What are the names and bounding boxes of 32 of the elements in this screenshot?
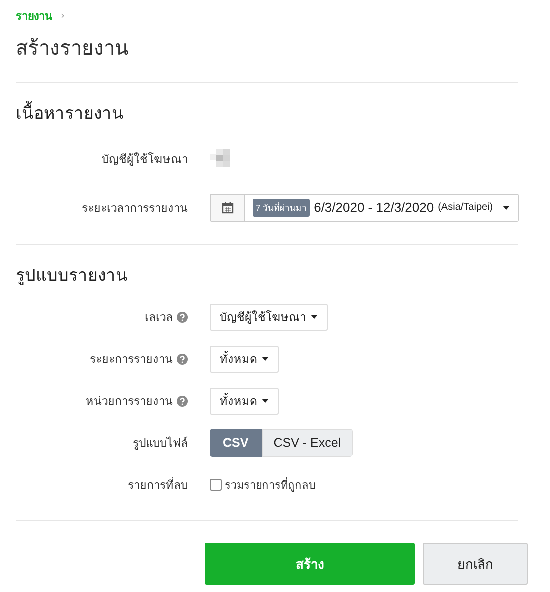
page-title: สร้างรายงาน <box>16 35 130 62</box>
checkbox-label[interactable]: รวมรายการที่ถูกลบ <box>225 476 316 494</box>
calendar-button[interactable] <box>211 194 245 220</box>
breadcrumb-separator: › <box>61 10 65 22</box>
help-icon[interactable] <box>177 312 188 322</box>
timezone-text: (Asia/Taipei) <box>438 202 494 213</box>
section-title: รูปแบบรายงาน <box>16 265 129 288</box>
dropdown[interactable]: ทั้งหมด <box>210 346 279 372</box>
checkbox[interactable] <box>210 479 222 491</box>
dropdown[interactable]: บัญชีผู้ใช้โฆษณา <box>210 304 328 330</box>
field-label: หน่วยการรายงาน <box>86 393 173 410</box>
field-label: รูปแบบไฟล์ <box>133 435 188 452</box>
caret-icon <box>311 315 318 319</box>
help-icon[interactable] <box>177 396 188 406</box>
caret-icon <box>503 206 510 210</box>
calendar-icon <box>222 202 234 214</box>
cancel-button[interactable]: ยกเลิก <box>423 543 528 585</box>
caret-icon <box>262 357 269 361</box>
dropdown[interactable]: ทั้งหมด <box>210 388 279 414</box>
section-title: เนื้อหารายงาน <box>16 99 518 126</box>
field-label: ระยะการรายงาน <box>90 351 173 368</box>
field-label: บัญชีผู้ใช้โฆษณา <box>102 150 188 168</box>
date-range-text: 6/3/2020 - 12/3/2020 <box>314 200 434 215</box>
format-option[interactable]: CSV - Excel <box>262 429 354 457</box>
date-range-picker[interactable]: 7 วันที่ผ่านมา 6/3/2020 - 12/3/2020 (Asia/Taipei) <box>210 194 520 222</box>
preset-badge: 7 วันที่ผ่านมา <box>253 198 310 216</box>
field-label: รายการที่ลบ <box>128 476 188 494</box>
field-label: ระยะเวลาการรายงาน <box>82 200 188 216</box>
help-icon[interactable] <box>177 354 188 364</box>
caret-icon <box>262 399 269 403</box>
field-label: เลเวล <box>145 309 173 326</box>
format-option[interactable]: CSV <box>210 429 262 457</box>
